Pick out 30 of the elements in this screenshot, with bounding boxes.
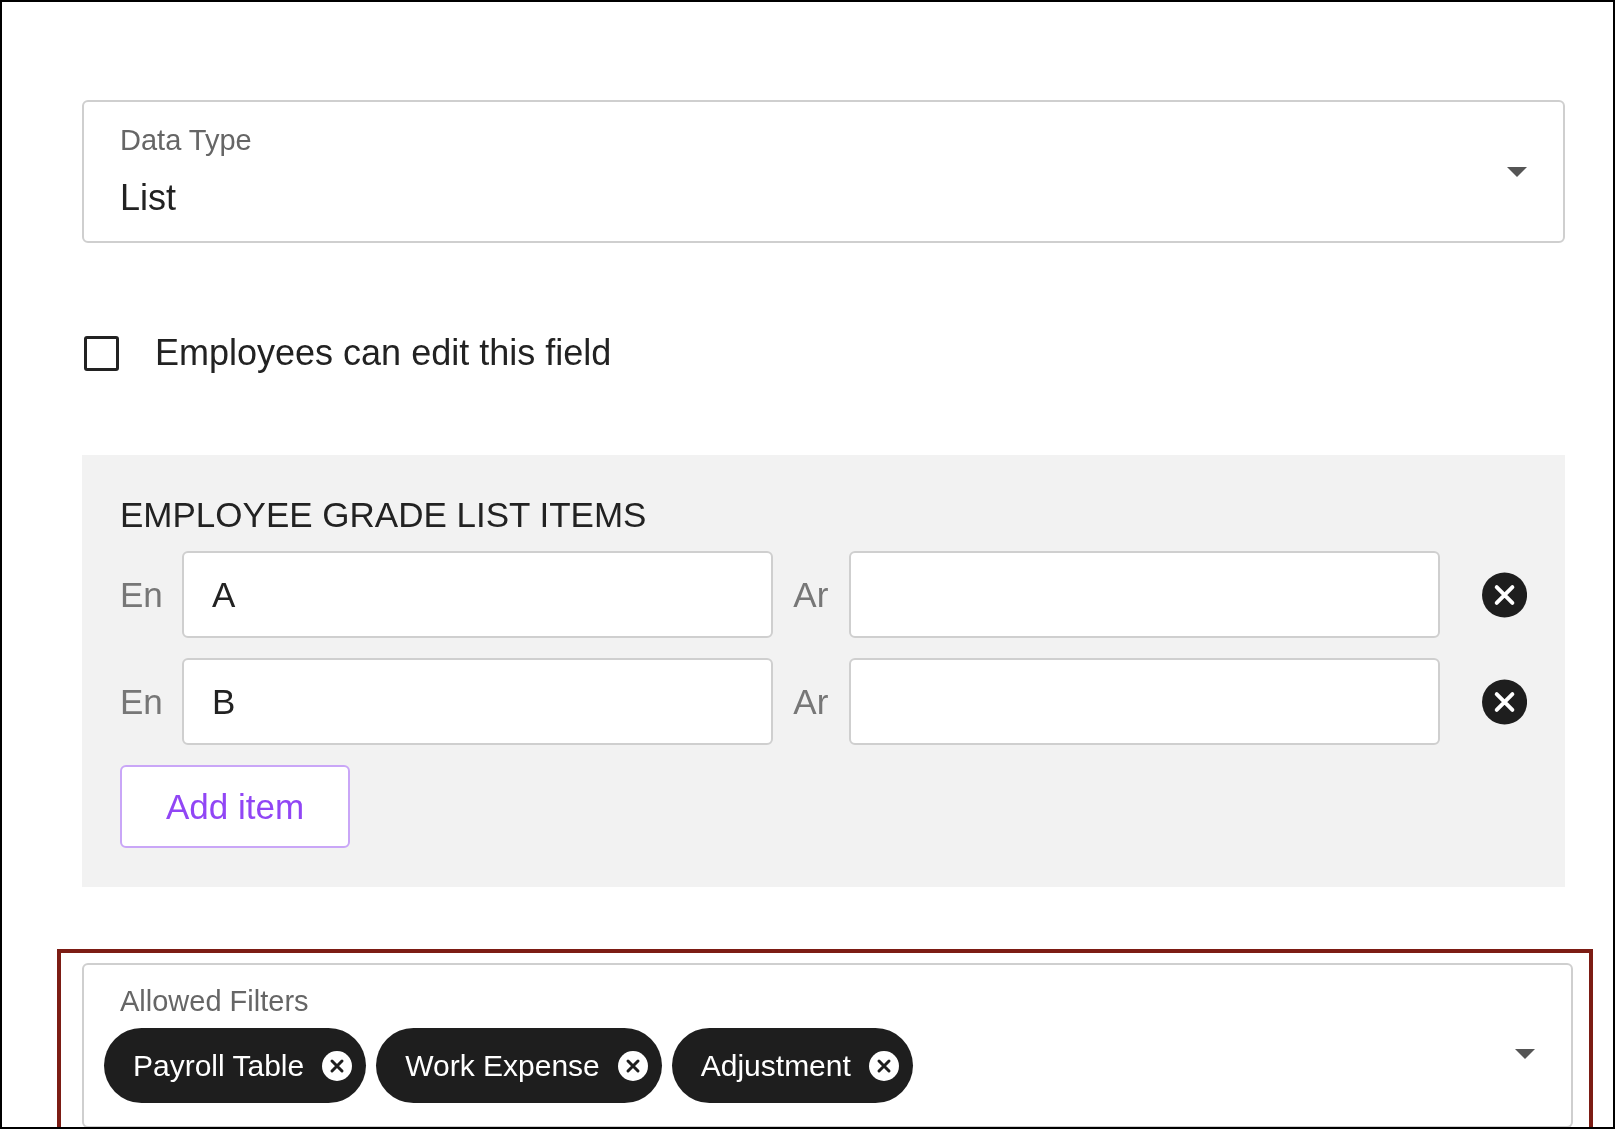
caret-icon[interactable] <box>1507 166 1527 177</box>
input-field[interactable]: A <box>182 551 774 638</box>
filter-chip[interactable]: Payroll Table <box>104 1028 367 1103</box>
close-icon[interactable] <box>1481 678 1527 725</box>
caret-icon[interactable] <box>1515 1048 1535 1059</box>
close-icon[interactable] <box>868 1050 899 1081</box>
chip-label: Work Expense <box>405 1048 600 1083</box>
close-icon[interactable] <box>617 1050 648 1081</box>
close-icon[interactable] <box>322 1050 353 1081</box>
checkbox-label: Employees can edit this field <box>155 332 612 374</box>
language-label: En <box>120 574 162 615</box>
close-icon[interactable] <box>1481 571 1527 618</box>
chip-label: Payroll Table <box>133 1048 305 1083</box>
section-title: EMPLOYEE GRADE LIST ITEMS <box>120 495 648 535</box>
filter-chip[interactable]: Adjustment <box>671 1028 913 1103</box>
filter-chip[interactable]: Work Expense <box>376 1028 662 1103</box>
input-field[interactable] <box>848 551 1440 638</box>
allowed-filters-select[interactable]: Allowed Filters Payroll Table Work Expense Adjustment <box>82 963 1573 1127</box>
data-type-label: Data Type <box>120 124 252 157</box>
input-field[interactable]: B <box>182 658 774 745</box>
checkbox[interactable] <box>84 335 119 371</box>
input-field[interactable] <box>848 658 1440 745</box>
data-type-select[interactable]: Data Type List <box>82 100 1565 243</box>
language-label: En <box>120 681 162 722</box>
data-type-value: List <box>120 177 178 219</box>
allowed-filters-label: Allowed Filters <box>120 985 310 1018</box>
add-item-button[interactable]: Add item <box>120 765 350 848</box>
language-label: Ar <box>793 681 829 722</box>
chip-label: Adjustment <box>700 1048 851 1083</box>
language-label: Ar <box>793 574 829 615</box>
